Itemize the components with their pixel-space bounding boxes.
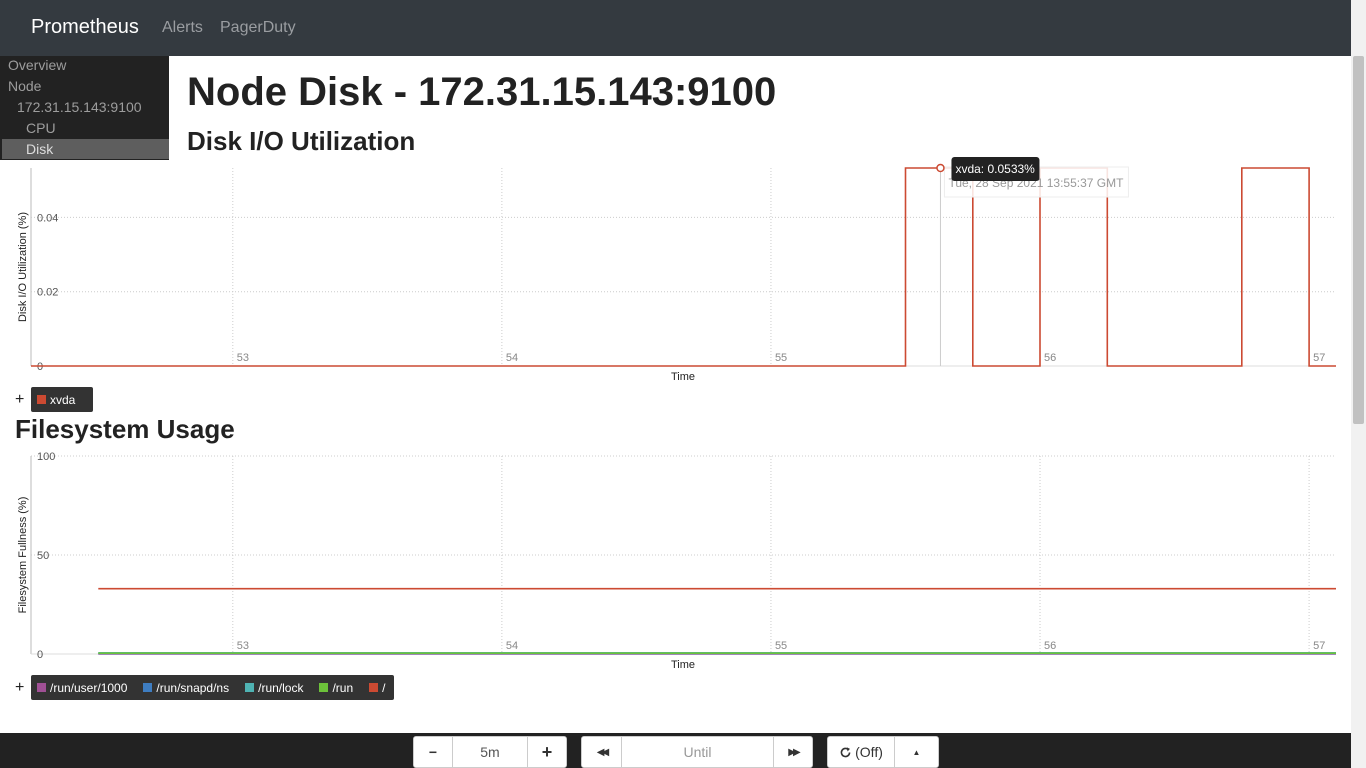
page-title: Node Disk - 172.31.15.143:9100: [187, 70, 777, 114]
x-tick-label: 53: [237, 352, 249, 364]
legend-label: /run/lock: [258, 680, 304, 695]
x-tick-label: 55: [775, 640, 787, 652]
x-tick-label: 54: [506, 352, 518, 364]
legend-swatch: [37, 395, 46, 404]
chart-title-filesystem: Filesystem Usage: [15, 414, 235, 444]
legend-swatch: [369, 683, 379, 692]
legend-toggle-filesystem[interactable]: +: [15, 679, 24, 697]
x-tick-label: 54: [506, 640, 518, 652]
increase-range-button[interactable]: +: [528, 737, 566, 767]
y-tick-label: 100: [37, 451, 55, 463]
sidebar-item-overview[interactable]: Overview: [8, 57, 66, 73]
disk-io-chart[interactable]: 0 0.02 0.04 53 54 55 56 57 Time Disk I/O Utilizat…: [0, 157, 1351, 385]
refresh-icon: [840, 746, 851, 757]
legend-item-run-user-1000[interactable]: /run/user/1000: [37, 681, 127, 695]
legend-item-run-snapd-ns[interactable]: /run/snapd/ns: [143, 681, 229, 695]
y-tick-label: 50: [37, 550, 49, 562]
legend-item-run-lock[interactable]: /run/lock: [245, 681, 303, 695]
legend-label: /run: [332, 680, 354, 695]
x-tick-label: 57: [1313, 640, 1325, 652]
y-axis-label: Filesystem Fullness (%): [17, 497, 29, 614]
filesystem-usage-chart[interactable]: 0 50 100 53 54 55 56 57 Time Filesystem Fullness …: [0, 448, 1351, 673]
range-input[interactable]: 5m: [453, 737, 528, 767]
legend-item-root[interactable]: /: [369, 680, 386, 695]
legend-swatch: [245, 683, 255, 692]
x-tick-label: 56: [1044, 352, 1056, 364]
brand-link[interactable]: Prometheus: [31, 16, 139, 39]
refresh-label: (Off): [855, 744, 883, 760]
sidebar-item-node[interactable]: Node: [8, 78, 41, 94]
series-line: [31, 167, 1336, 367]
legend-label: /: [382, 680, 386, 695]
chart-title-disk-io: Disk I/O Utilization: [187, 126, 416, 156]
y-tick-label: 0: [37, 361, 43, 373]
until-input[interactable]: Until: [622, 737, 774, 767]
y-tick-label: 0.02: [37, 287, 58, 299]
nav-link-alerts[interactable]: Alerts: [162, 19, 203, 37]
nav-link-pagerduty[interactable]: PagerDuty: [220, 19, 296, 37]
legend-swatch: [37, 683, 46, 692]
sidebar-item-disk[interactable]: Disk: [26, 141, 53, 157]
legend-item-xvda[interactable]: xvda: [37, 393, 75, 407]
y-tick-label: 0: [37, 649, 43, 661]
range-control: − 5m +: [413, 736, 567, 768]
fast-forward-icon[interactable]: ▶▶: [774, 737, 812, 767]
hover-point: [936, 163, 945, 173]
x-axis-label: Time: [671, 371, 695, 383]
x-axis-label: Time: [671, 659, 695, 671]
legend-label: xvda: [50, 392, 76, 407]
refresh-button[interactable]: (Off): [828, 737, 895, 767]
sidebar-item-cpu[interactable]: CPU: [26, 120, 56, 136]
x-tick-label: 57: [1313, 352, 1325, 364]
x-tick-label: 53: [237, 640, 249, 652]
y-axis-label: Disk I/O Utilization (%): [17, 212, 29, 322]
vertical-scrollbar[interactable]: [1351, 0, 1366, 768]
sidebar-item-instance[interactable]: 172.31.15.143:9100: [17, 99, 142, 115]
legend-swatch: [143, 683, 153, 692]
y-tick-label: 0.04: [37, 212, 58, 224]
hover-tooltip-text: xvda: 0.0533%: [955, 162, 1035, 176]
rewind-icon[interactable]: ◀◀: [582, 737, 622, 767]
x-tick-label: 55: [775, 352, 787, 364]
caret-up-icon[interactable]: ▲: [895, 737, 938, 767]
legend-disk-io: xvda: [31, 387, 93, 412]
until-control: ◀◀ Until ▶▶: [581, 736, 813, 768]
legend-label: /run/user/1000: [50, 680, 128, 695]
x-tick-label: 56: [1044, 640, 1056, 652]
navbar: Prometheus Alerts PagerDuty: [0, 0, 1351, 56]
legend-swatch: [319, 683, 329, 692]
refresh-control: (Off) ▲: [827, 736, 939, 768]
legend-label: /run/snapd/ns: [156, 680, 230, 695]
scrollbar-thumb[interactable]: [1353, 56, 1364, 424]
decrease-range-button[interactable]: −: [414, 737, 453, 767]
legend-item-run[interactable]: /run: [319, 681, 353, 695]
legend-filesystem: /run/user/1000 /run/snapd/ns /run/lock /…: [31, 675, 394, 700]
legend-toggle-disk-io[interactable]: +: [15, 391, 24, 409]
